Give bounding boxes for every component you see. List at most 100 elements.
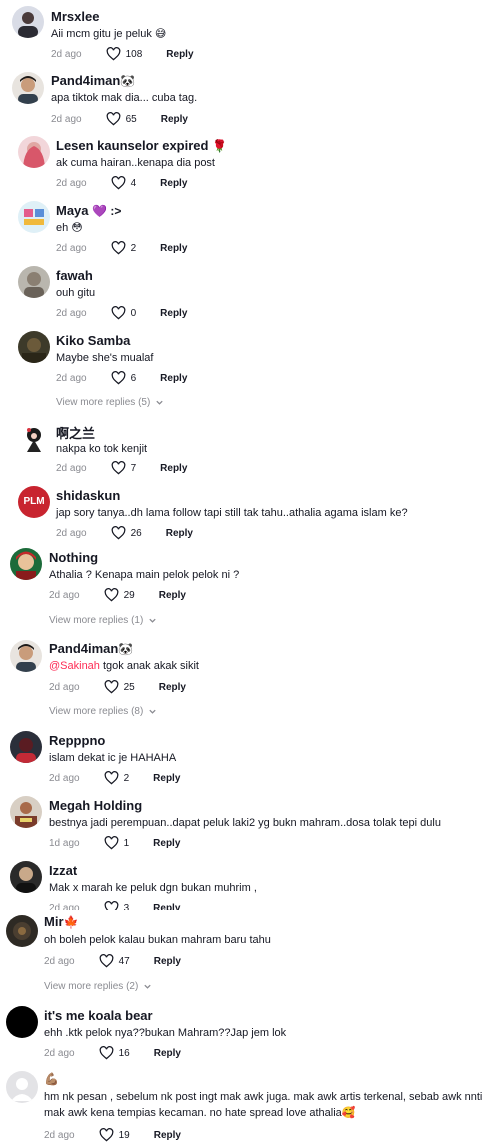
username[interactable]: fawah — [56, 268, 93, 283]
reply-button[interactable]: Reply — [159, 682, 186, 693]
reply-button[interactable]: Reply — [160, 308, 187, 319]
timestamp: 2d ago — [56, 307, 87, 319]
avatar[interactable] — [6, 1006, 38, 1038]
comment-text: islam dekat ic je HAHAHA — [49, 752, 177, 764]
like-button[interactable]: 16 — [99, 1046, 130, 1060]
comment-text: ehh .ktk pelok nya??bukan Mahram??Jap je… — [44, 1027, 287, 1039]
chevron-down-icon — [156, 400, 163, 405]
avatar[interactable] — [10, 548, 42, 580]
like-count: 47 — [118, 955, 130, 967]
avatar[interactable] — [18, 201, 50, 233]
username[interactable]: Repppno — [49, 733, 105, 748]
avatar[interactable] — [18, 331, 50, 363]
avatar[interactable] — [10, 861, 42, 893]
comment-text: @Sakinah tgok anak akak sikit — [49, 658, 199, 674]
avatar[interactable] — [12, 72, 44, 104]
reply-button[interactable]: Reply — [153, 773, 180, 784]
comment-meta: 2d ago 6 Reply — [56, 371, 187, 385]
username[interactable]: Lesen kaunselor expired 🌹 — [56, 138, 227, 153]
timestamp: 1d ago — [49, 837, 80, 849]
username[interactable]: Pand4iman🐼 — [49, 641, 133, 656]
avatar[interactable] — [10, 731, 42, 763]
comment-text: nakpa ko tok kenjit — [56, 443, 148, 455]
like-button[interactable]: 2 — [111, 241, 136, 255]
reply-button[interactable]: Reply — [153, 838, 180, 849]
timestamp: 2d ago — [56, 177, 87, 189]
avatar-logo-text: PLM — [23, 496, 45, 507]
like-count: 26 — [130, 527, 142, 539]
avatar[interactable] — [6, 1071, 38, 1103]
like-button[interactable]: 108 — [106, 47, 142, 61]
username[interactable]: Izzat — [49, 863, 77, 878]
heart-icon — [111, 306, 125, 320]
avatar[interactable] — [18, 422, 50, 454]
comment-text: Athalia ? Kenapa main pelok pelok ni ? — [49, 569, 240, 581]
like-button[interactable]: 7 — [111, 461, 136, 475]
like-button[interactable]: 29 — [104, 588, 135, 602]
username[interactable]: 啊之兰 — [56, 423, 95, 442]
like-button[interactable]: 19 — [99, 1128, 130, 1142]
reply-button[interactable]: Reply — [161, 114, 188, 125]
reply-button[interactable]: Reply — [154, 1048, 181, 1059]
username[interactable]: Maya 💜 :> — [56, 203, 121, 218]
username[interactable]: 💪🏽 — [44, 1071, 59, 1086]
like-button[interactable]: 47 — [99, 954, 130, 968]
heart-icon — [104, 588, 118, 602]
reply-button[interactable]: Reply — [160, 373, 187, 384]
like-count: 16 — [118, 1047, 130, 1059]
view-more-replies[interactable]: View more replies (8) — [49, 706, 157, 717]
comment-meta: 2d ago 16 Reply — [44, 1046, 181, 1060]
heart-icon — [111, 241, 125, 255]
comment-text: oh boleh pelok kalau bukan mahram baru t… — [44, 934, 271, 946]
heart-icon — [111, 461, 125, 475]
reply-button[interactable]: Reply — [159, 590, 186, 601]
view-more-replies[interactable]: View more replies (1) — [49, 615, 157, 626]
timestamp: 2d ago — [51, 113, 82, 125]
reply-button[interactable]: Reply — [166, 528, 193, 539]
reply-button[interactable]: Reply — [154, 1130, 181, 1141]
view-more-replies[interactable]: View more replies (5) — [56, 397, 164, 408]
username[interactable]: Pand4iman🐼 — [51, 73, 135, 88]
username[interactable]: Mrsxlee — [51, 9, 99, 24]
avatar[interactable] — [10, 640, 42, 672]
comment-text: apa tiktok mak dia... cuba tag. — [51, 92, 198, 104]
comment-text: ak cuma hairan..kenapa dia post — [56, 157, 215, 169]
username[interactable]: Mir🍁 — [44, 914, 78, 929]
username[interactable]: shidaskun — [56, 488, 120, 503]
avatar[interactable]: PLM — [18, 486, 50, 518]
mention-link[interactable]: @Sakinah — [49, 660, 100, 672]
username[interactable]: Kiko Samba — [56, 333, 130, 348]
comment-meta: 2d ago 4 Reply — [56, 176, 187, 190]
reply-button[interactable]: Reply — [166, 49, 193, 60]
avatar[interactable] — [10, 796, 42, 828]
reply-button[interactable]: Reply — [160, 178, 187, 189]
like-button[interactable]: 6 — [111, 371, 137, 385]
reply-button[interactable]: Reply — [160, 243, 187, 254]
like-button[interactable]: 25 — [104, 680, 135, 694]
comment-meta: 2d ago 25 Reply — [49, 680, 186, 694]
username[interactable]: Megah Holding — [49, 798, 142, 813]
like-button[interactable]: 4 — [111, 176, 136, 190]
like-count: 19 — [118, 1129, 130, 1141]
comment-meta: 2d ago 0 Reply — [56, 306, 187, 320]
like-button[interactable]: 1 — [104, 836, 129, 850]
like-button[interactable]: 65 — [106, 112, 137, 126]
like-button[interactable]: 0 — [111, 306, 136, 320]
username[interactable]: Nothing — [49, 550, 98, 565]
avatar[interactable] — [12, 6, 44, 38]
username[interactable]: it's me koala bear — [44, 1008, 153, 1023]
timestamp: 2d ago — [44, 1129, 75, 1141]
like-button[interactable]: 2 — [104, 771, 129, 785]
comment-meta: 2d ago 19 Reply — [44, 1128, 181, 1142]
reply-button[interactable]: Reply — [160, 463, 187, 474]
like-button[interactable]: 26 — [111, 526, 142, 540]
avatar[interactable] — [18, 266, 50, 298]
reply-button[interactable]: Reply — [154, 956, 181, 967]
avatar[interactable] — [6, 915, 38, 947]
avatar[interactable] — [18, 136, 50, 168]
comment-text: eh 😳 — [56, 222, 83, 234]
view-more-label: View more replies (8) — [49, 706, 144, 717]
like-count: 6 — [130, 372, 137, 384]
comment-meta: 2d ago 47 Reply — [44, 954, 181, 968]
view-more-replies[interactable]: View more replies (2) — [44, 981, 152, 992]
